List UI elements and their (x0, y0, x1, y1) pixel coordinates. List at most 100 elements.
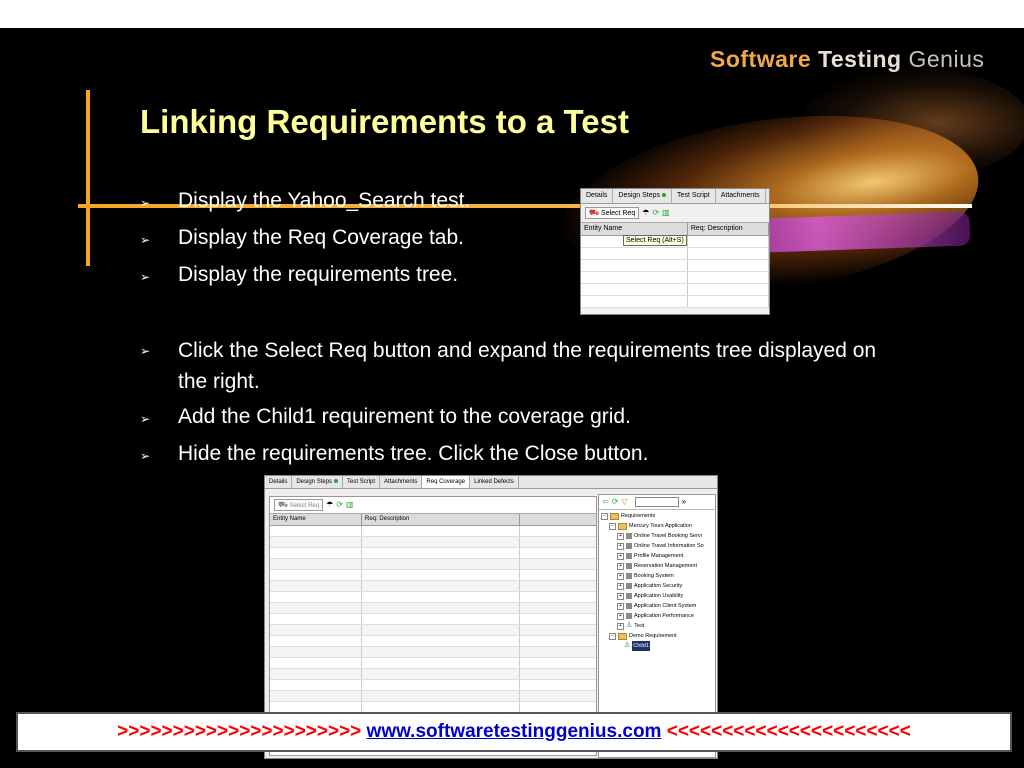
column-entity-name[interactable]: Entity Name (581, 223, 688, 235)
collapse-icon[interactable]: − (601, 512, 608, 520)
tree-node[interactable]: + Online Travel Information So (601, 541, 713, 551)
expand-icon[interactable]: + (617, 582, 624, 590)
columns-icon[interactable]: ▥ (346, 501, 354, 509)
tree-node[interactable]: + Application Performance (601, 611, 713, 621)
tab-attachments[interactable]: Attachments (380, 476, 423, 488)
tree-node-label: Application Client System (634, 603, 697, 609)
expand-icon[interactable]: + (617, 612, 624, 620)
table-row[interactable] (270, 636, 596, 647)
tab-test-script[interactable]: Test Script (343, 476, 381, 488)
tab-test-script[interactable]: Test Script (672, 189, 716, 203)
select-req-button[interactable]: ⛟ Select Req (274, 499, 324, 511)
screenshot-req-coverage-small: Details Design Steps Test Script Attachm… (580, 188, 770, 315)
refresh-icon[interactable]: ⟳ (612, 498, 619, 506)
table-row[interactable] (270, 647, 596, 658)
tab-details[interactable]: Details (581, 189, 614, 203)
tree-node-label: Online Travel Information So (634, 543, 704, 549)
table-row[interactable] (270, 614, 596, 625)
tab-details[interactable]: Details (265, 476, 293, 488)
bullet-text: Display the Req Coverage tab. (178, 226, 464, 249)
tree-node[interactable]: + ♙ Test (601, 621, 713, 631)
tree-node[interactable]: + Application Security (601, 581, 713, 591)
table-row[interactable] (270, 603, 596, 614)
tree-node[interactable]: + Application Client System (601, 601, 713, 611)
table-row[interactable] (581, 296, 769, 308)
table-row[interactable] (270, 537, 596, 548)
column-entity-name[interactable]: Entity Name (270, 514, 362, 525)
tree-node[interactable]: + Online Travel Booking Servi (601, 531, 713, 541)
table-row[interactable] (270, 691, 596, 702)
tree-toolbar: ⇦ ⟳ ▽ » (599, 495, 715, 510)
footer-url-link[interactable]: www.softwaretestinggenius.com (367, 721, 662, 742)
tree-node[interactable]: + Profile Management (601, 551, 713, 561)
expand-toolbar-icon[interactable]: » (682, 498, 686, 506)
expand-icon[interactable]: + (617, 552, 624, 560)
tree-node-label: Reservation Management (634, 563, 697, 569)
column-req-description[interactable]: Req: Description (362, 514, 520, 525)
tree-node[interactable]: + Application Usability (601, 591, 713, 601)
coverage-toolbar: ⛟ Select Req ☂ ⟳ ▥ (270, 497, 596, 514)
table-row[interactable] (270, 581, 596, 592)
expand-icon[interactable]: + (617, 602, 624, 610)
window-top-margin (0, 0, 1024, 28)
expand-icon[interactable]: + (617, 532, 624, 540)
expand-icon[interactable]: + (617, 562, 624, 570)
table-row[interactable] (581, 248, 769, 260)
tree-node-label-selected: Child1 (632, 641, 650, 651)
refresh-icon[interactable]: ⟳ (336, 501, 343, 509)
tree-node-label: Test (634, 623, 645, 629)
bullet-arrow-icon: ➢ (140, 270, 151, 284)
table-row[interactable] (270, 658, 596, 669)
table-row[interactable] (270, 559, 596, 570)
filter-icon[interactable]: ▽ (621, 498, 627, 506)
table-row[interactable] (270, 526, 596, 537)
remove-icon[interactable]: ☂ (642, 209, 649, 217)
expand-icon[interactable]: + (617, 572, 624, 580)
tree-node-label: Demo Requirement (629, 633, 677, 639)
tree-node-root[interactable]: − Requirements (601, 511, 713, 521)
refresh-icon[interactable]: ⟳ (652, 209, 659, 217)
tab-linked-defects[interactable]: Linked Defects (470, 476, 519, 488)
tab-attachments[interactable]: Attachments (716, 189, 766, 203)
expand-icon[interactable]: + (617, 622, 624, 630)
bullet-item: ➢ Display the requirements tree. (140, 261, 898, 291)
bullet-arrow-icon: ➢ (140, 412, 151, 426)
columns-icon[interactable]: ▥ (662, 209, 670, 217)
expand-icon[interactable]: + (617, 592, 624, 600)
tab-design-steps[interactable]: Design Steps (292, 476, 344, 488)
remove-icon[interactable]: ☂ (326, 501, 333, 509)
table-row[interactable] (270, 669, 596, 680)
table-row[interactable] (270, 625, 596, 636)
bullet-arrow-icon: ➢ (140, 233, 151, 247)
tree-node-label: Mercury Tours Application (629, 523, 692, 529)
table-row[interactable] (581, 260, 769, 272)
requirement-icon (626, 543, 632, 549)
table-row[interactable] (270, 548, 596, 559)
requirement-leaf-icon: ♙ (624, 642, 631, 649)
tree-search-input[interactable] (634, 497, 679, 507)
table-row[interactable] (581, 272, 769, 284)
collapse-icon[interactable]: − (609, 522, 616, 530)
select-req-button[interactable]: ⛟ Select Req (585, 207, 640, 219)
expand-icon[interactable]: + (617, 542, 624, 550)
select-req-tooltip: Select Req (Alt+S) (623, 235, 687, 246)
table-row[interactable] (581, 284, 769, 296)
tab-design-steps[interactable]: Design Steps (613, 189, 673, 203)
tree-node-child1[interactable]: ♙ Child1 (601, 641, 713, 651)
table-row[interactable] (270, 592, 596, 603)
bullet-arrow-icon: ➢ (140, 344, 151, 358)
table-row[interactable] (270, 570, 596, 581)
tab-req-coverage[interactable]: Req Coverage (422, 476, 471, 488)
requirement-leaf-icon: ♙ (626, 622, 633, 629)
table-row[interactable] (270, 680, 596, 691)
add-to-coverage-icon[interactable]: ⇦ (602, 498, 609, 506)
column-req-description[interactable]: Req: Description (688, 223, 769, 235)
footer-text: >>>>>>>>>>>>>>>>>>>>>> www.softwaretesti… (18, 714, 1010, 750)
tree-node[interactable]: + Reservation Management (601, 561, 713, 571)
collapse-icon[interactable]: − (609, 632, 616, 640)
tree-node-group[interactable]: − Demo Requirement (601, 631, 713, 641)
tab-label: Design Steps (296, 479, 333, 485)
footer-arrows-right: <<<<<<<<<<<<<<<<<<<<<< (666, 721, 911, 742)
tree-node-group[interactable]: − Mercury Tours Application (601, 521, 713, 531)
tree-node[interactable]: + Booking System (601, 571, 713, 581)
